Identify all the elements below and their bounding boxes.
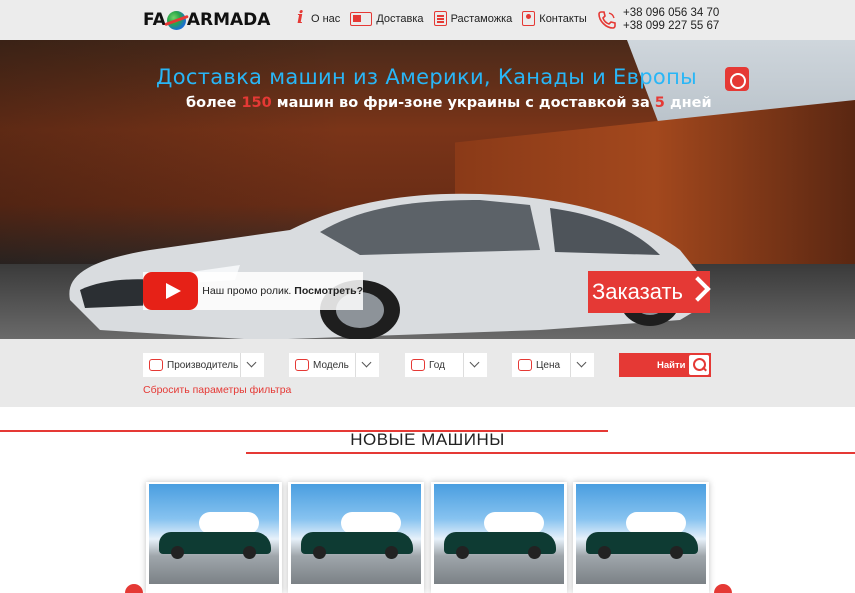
section-title: НОВЫЕ МАШИНЫ [350, 430, 505, 449]
hero-subtitle-text-3: дней [664, 95, 712, 111]
car-photo [434, 484, 564, 584]
nav-label-about: О нас [311, 12, 341, 25]
model-select[interactable]: Модель [289, 353, 379, 377]
order-button-label: Заказать [592, 279, 683, 304]
hero-subtitle-days: 5 [654, 95, 665, 111]
nav-item-contacts[interactable]: Контакты [522, 11, 587, 26]
logo-text-left: FA [143, 10, 166, 30]
car-card[interactable] [431, 482, 567, 593]
price-tag-icon [518, 359, 532, 371]
header: FA ARMADA i О нас Доставка Растаможка Ко… [0, 0, 855, 40]
chevron-down-icon [355, 353, 379, 377]
nav-item-delivery[interactable]: Доставка [350, 11, 424, 26]
order-button[interactable]: Заказать [588, 271, 711, 313]
car-card[interactable] [288, 482, 424, 593]
car-photo [149, 484, 279, 584]
promo-video-button[interactable]: Наш промо ролик. Посмотреть? [143, 272, 363, 310]
year-select-label: Год [429, 359, 445, 371]
phone-2[interactable]: +38 099 227 55 67 [623, 20, 719, 33]
hero-subtitle: более 150 машин во фри-зоне украины с до… [186, 95, 712, 111]
filter-bar: Производитель Модель Год Цена Найти Сбро… [0, 339, 855, 407]
nav-label-customs: Растаможка [450, 12, 513, 25]
manufacturer-select[interactable]: Производитель [143, 353, 264, 377]
customs-icon [433, 11, 447, 26]
hero-title: Доставка машин из Америки, Канады и Евро… [156, 65, 697, 89]
calendar-icon [411, 359, 425, 371]
search-icon [689, 355, 709, 375]
nav-item-about[interactable]: i О нас [297, 8, 341, 28]
car-card[interactable] [146, 482, 282, 593]
promo-label: Наш промо ролик. [202, 285, 295, 297]
car-photo [576, 484, 706, 584]
car-model-icon [295, 359, 309, 371]
car-icon [149, 359, 163, 371]
carousel-prev-button[interactable] [125, 584, 143, 593]
phone-icon [598, 11, 616, 29]
phone-1[interactable]: +38 096 056 34 70 [623, 7, 719, 20]
carousel-next-button[interactable] [714, 584, 732, 593]
youtube-play-icon [143, 272, 199, 310]
chevron-down-icon [570, 353, 594, 377]
promo-text: Наш промо ролик. Посмотреть? [202, 285, 363, 297]
hero-subtitle-text-2: машин во фри-зоне украины с доставкой за [271, 95, 655, 111]
chevron-right-icon [685, 276, 711, 302]
year-select[interactable]: Год [405, 353, 487, 377]
find-button[interactable]: Найти [619, 353, 711, 377]
logo-text-right: ARMADA [186, 10, 271, 30]
chevron-down-icon [463, 353, 487, 377]
car-photo [291, 484, 421, 584]
find-button-label: Найти [657, 359, 686, 371]
nav-label-delivery: Доставка [376, 12, 424, 25]
manufacturer-select-label: Производитель [167, 359, 239, 371]
hero-banner: Доставка машин из Америки, Канады и Евро… [0, 40, 855, 339]
contacts-icon [522, 11, 536, 26]
price-select-label: Цена [536, 359, 561, 371]
nav-item-customs[interactable]: Растаможка [433, 11, 513, 26]
hero-subtitle-text: более [186, 95, 242, 111]
car-image [69, 193, 705, 339]
nav-label-contacts: Контакты [539, 12, 587, 25]
promo-link[interactable]: Посмотреть? [294, 285, 363, 297]
main-nav: i О нас Доставка Растаможка Контакты [297, 8, 587, 28]
calculator-icon[interactable] [725, 67, 749, 91]
globe-icon [166, 10, 186, 30]
phone-numbers[interactable]: +38 096 056 34 70 +38 099 227 55 67 [623, 7, 719, 32]
truck-icon [350, 11, 373, 26]
logo[interactable]: FA ARMADA [143, 9, 270, 31]
hero-subtitle-count: 150 [241, 95, 272, 111]
car-card[interactable] [573, 482, 709, 593]
price-select[interactable]: Цена [512, 353, 594, 377]
info-icon: i [297, 8, 304, 28]
chevron-down-icon [240, 353, 264, 377]
reset-filter-link[interactable]: Сбросить параметры фильтра [143, 384, 291, 396]
section-divider-bottom [246, 452, 855, 454]
model-select-label: Модель [313, 359, 349, 371]
